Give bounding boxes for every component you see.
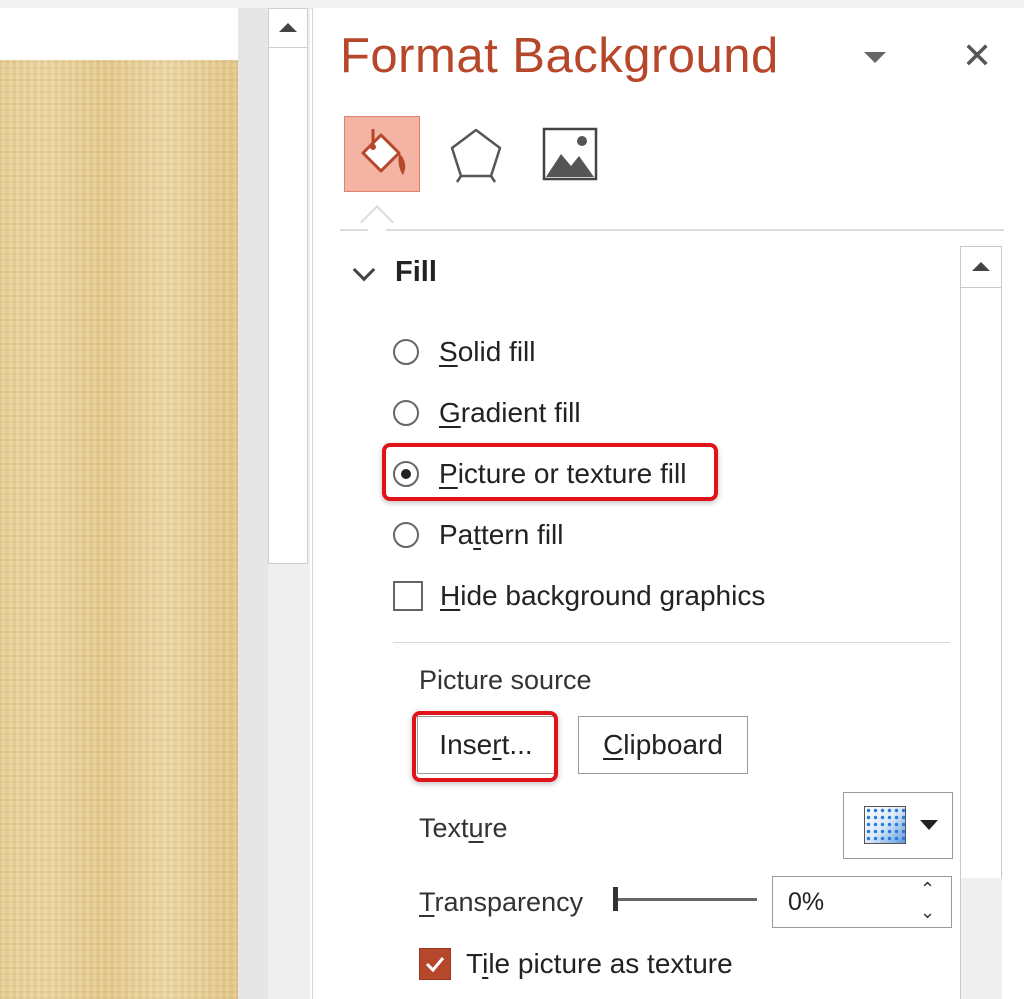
hide-background-graphics-checkbox[interactable]	[393, 581, 423, 611]
slide-scrollbar-thumb[interactable]	[268, 48, 308, 564]
scroll-up-arrow-icon	[279, 23, 297, 32]
spin-down-icon[interactable]: ⌄	[920, 903, 935, 921]
annotation-highlight-picture-fill	[382, 443, 718, 501]
hide-background-graphics-label: Hide background graphics	[440, 580, 766, 611]
transparency-value[interactable]: 0%	[788, 888, 824, 917]
picture-icon	[542, 127, 598, 181]
pattern-fill-label: Pattern fill	[439, 519, 564, 550]
panel-scrollbar-track[interactable]	[960, 878, 1002, 999]
picture-source-label: Picture source	[419, 665, 592, 695]
clipboard-button[interactable]: Clipboard	[578, 716, 748, 774]
panel-options-dropdown-icon[interactable]	[864, 52, 886, 63]
pentagon-icon	[450, 128, 502, 183]
slide-margin	[0, 8, 238, 60]
tab-fill[interactable]	[344, 116, 420, 192]
close-icon[interactable]: ✕	[962, 38, 992, 74]
transparency-slider-thumb[interactable]	[613, 887, 618, 911]
texture-swatch-icon	[864, 806, 906, 844]
fill-section-header[interactable]: Fill	[395, 256, 437, 289]
transparency-label: Transparency	[419, 887, 584, 917]
solid-fill-option[interactable]: Solid fill	[393, 332, 536, 372]
pattern-fill-option[interactable]: Pattern fill	[393, 515, 564, 555]
gradient-fill-radio[interactable]	[393, 400, 419, 426]
slide-scroll-up-button[interactable]	[268, 8, 308, 48]
tile-picture-checkbox[interactable]	[419, 948, 451, 980]
checkmark-icon	[425, 957, 445, 973]
texture-label: Texture	[419, 813, 508, 843]
annotation-highlight-insert	[412, 711, 558, 782]
gradient-fill-option[interactable]: Gradient fill	[393, 393, 581, 433]
solid-fill-label: Solid fill	[439, 336, 536, 367]
hide-background-graphics-option[interactable]: Hide background graphics	[393, 576, 765, 616]
solid-fill-radio[interactable]	[393, 339, 419, 365]
tab-effects[interactable]	[438, 116, 514, 192]
texture-dropdown-icon[interactable]	[920, 820, 938, 830]
tab-picture[interactable]	[532, 116, 608, 192]
paint-bucket-icon	[361, 129, 406, 175]
slide-thumbnail-texture[interactable]	[0, 60, 238, 999]
tile-picture-label[interactable]: Tile picture as texture	[466, 948, 733, 980]
scroll-up-arrow-icon	[972, 262, 990, 271]
spin-up-icon[interactable]: ⌃	[920, 880, 935, 898]
transparency-slider-track[interactable]	[617, 898, 757, 901]
panel-scrollbar-thumb[interactable]	[960, 246, 1002, 879]
section-divider	[393, 642, 950, 643]
tabs-divider	[340, 229, 1004, 231]
panel-title: Format Background	[340, 29, 779, 83]
gradient-fill-label: Gradient fill	[439, 397, 581, 428]
pattern-fill-radio[interactable]	[393, 522, 419, 548]
panel-scroll-up-button[interactable]	[960, 246, 1002, 288]
